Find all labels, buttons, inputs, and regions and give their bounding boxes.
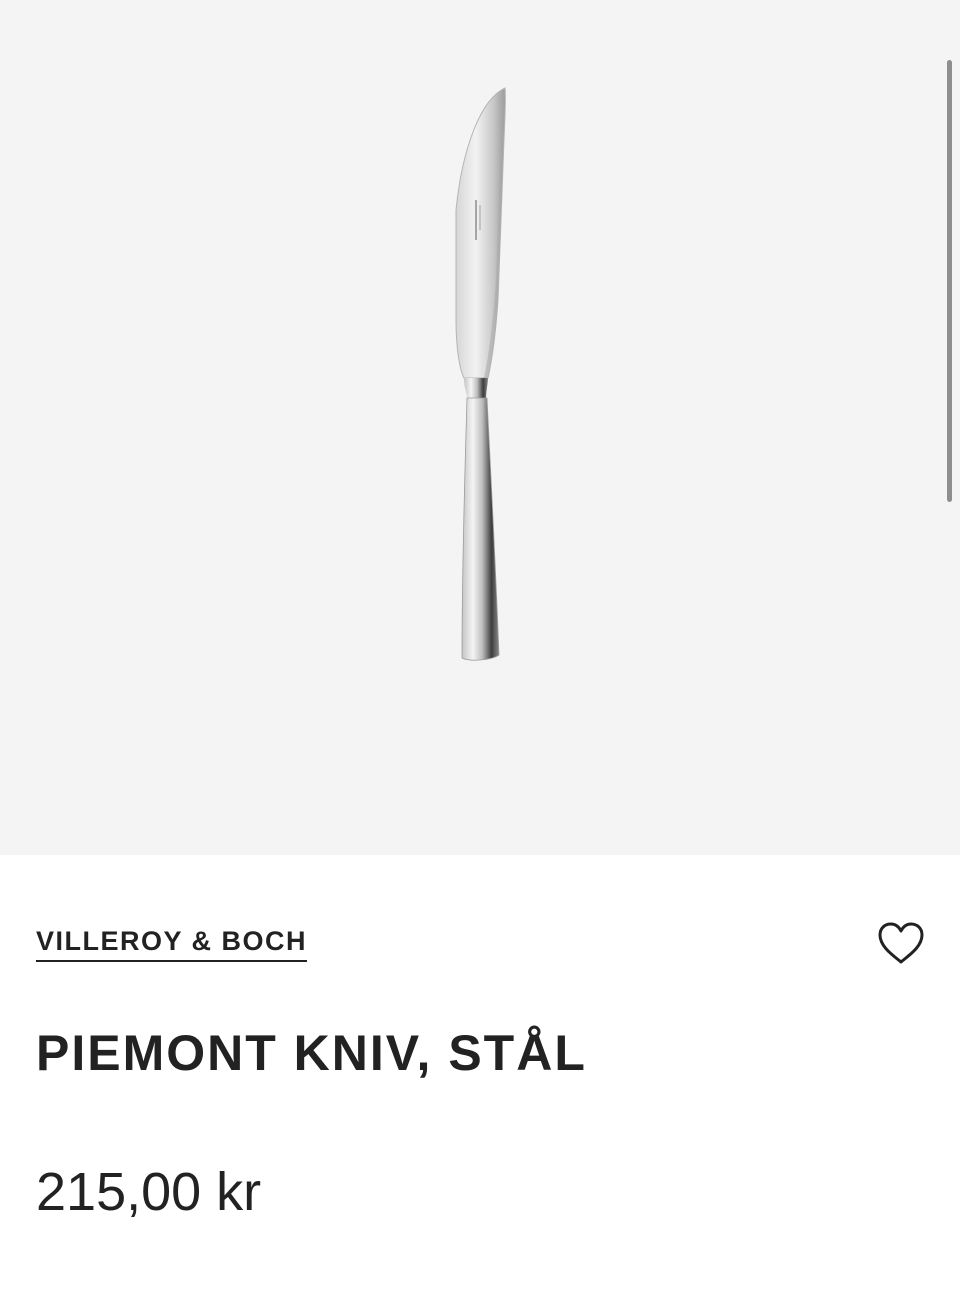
heart-icon xyxy=(878,922,924,964)
wishlist-button[interactable] xyxy=(876,921,926,967)
scrollbar[interactable] xyxy=(947,60,952,502)
product-info: VILLEROY & BOCH PIEMONT KNIV, STÅL 215,0… xyxy=(0,855,960,1292)
brand-link[interactable]: VILLEROY & BOCH xyxy=(36,926,308,962)
product-page: VILLEROY & BOCH PIEMONT KNIV, STÅL 215,0… xyxy=(0,0,960,1292)
product-image-area xyxy=(0,0,960,855)
product-title: PIEMONT KNIV, STÅL xyxy=(36,1025,587,1081)
product-price: 215,00 kr xyxy=(36,1162,262,1222)
knife-image xyxy=(455,87,506,661)
